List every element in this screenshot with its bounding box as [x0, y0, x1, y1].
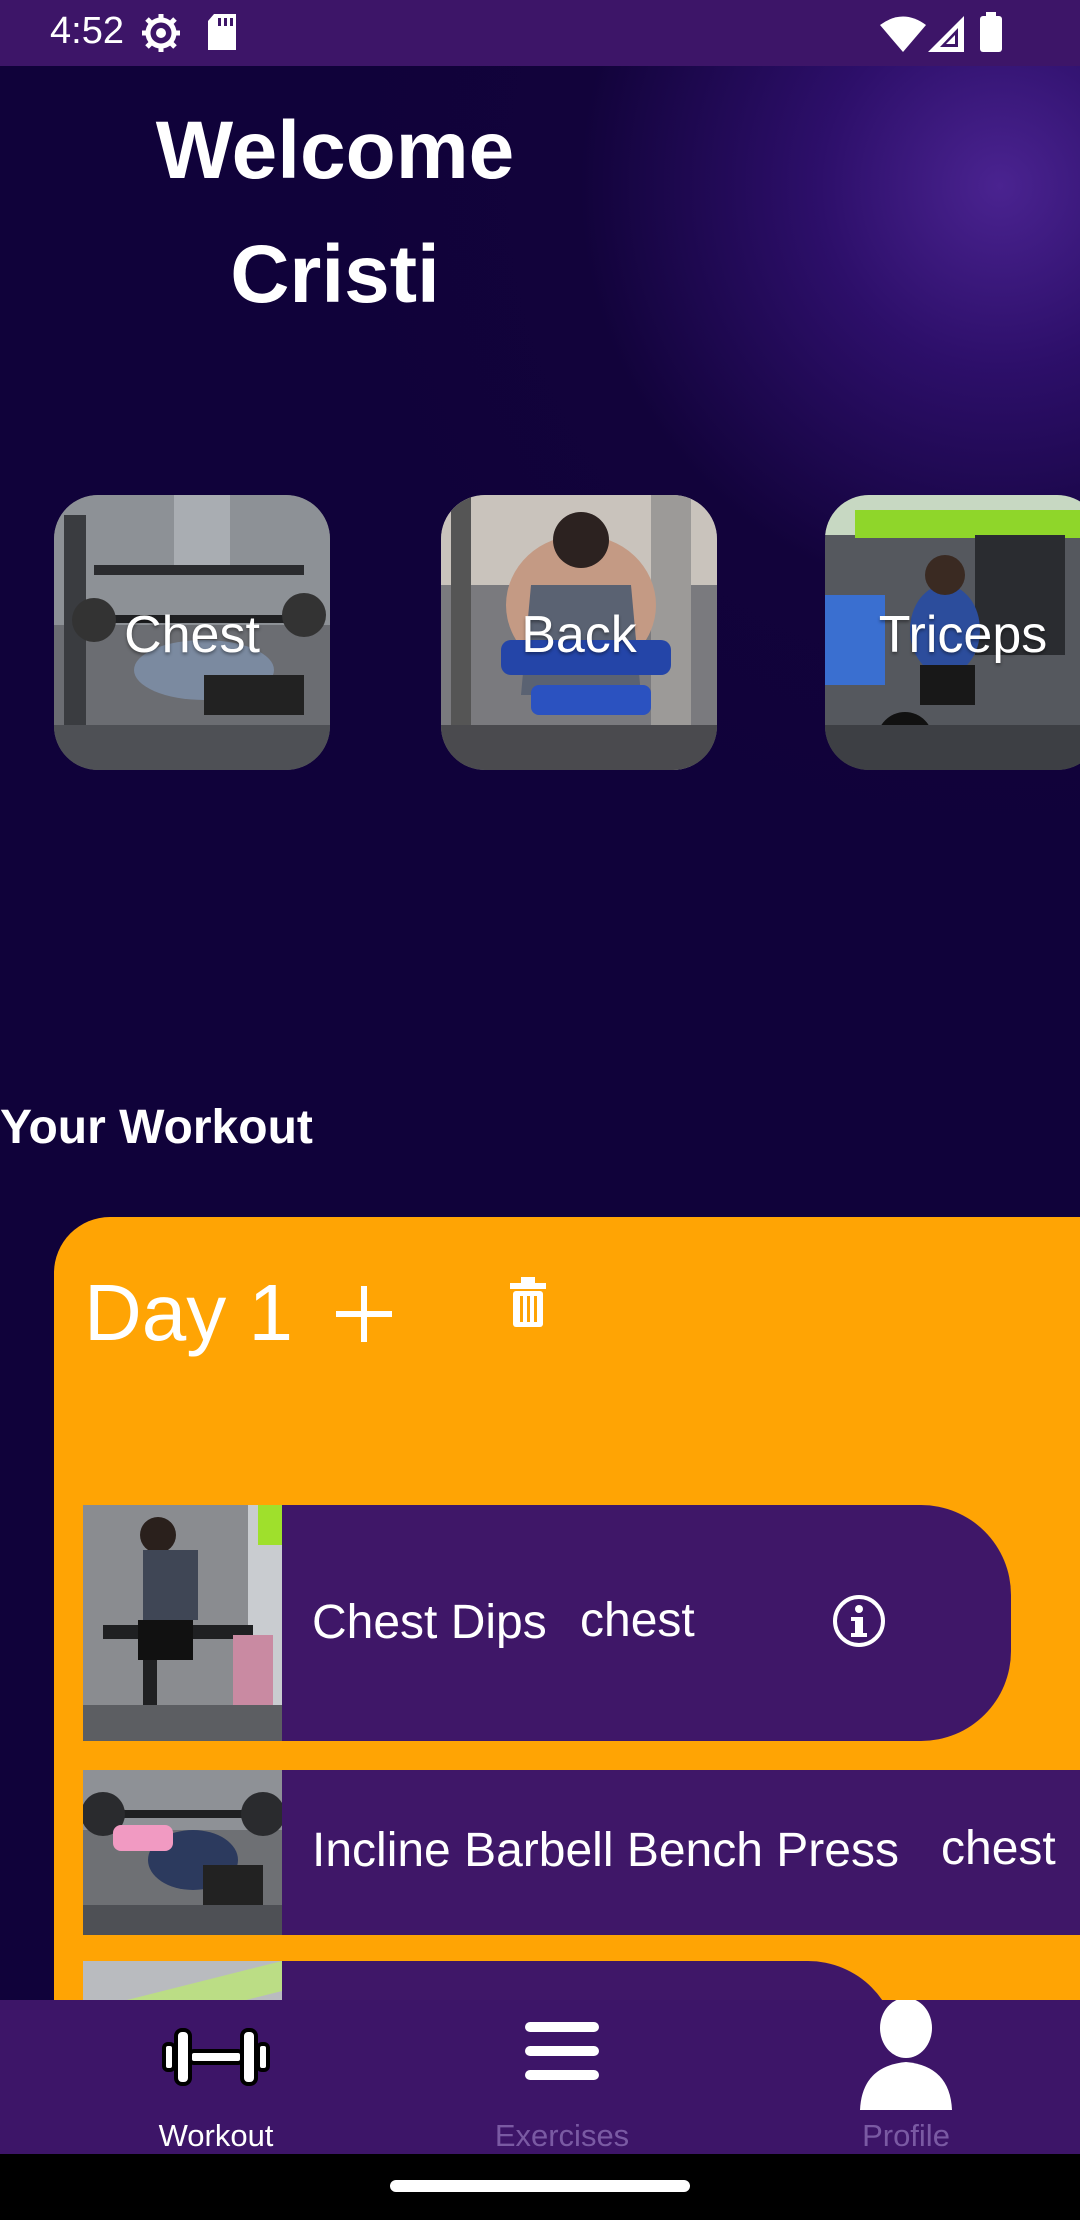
category-back[interactable]: Back — [441, 495, 717, 770]
plus-icon[interactable] — [332, 1282, 396, 1351]
exercise-row[interactable] — [83, 1961, 898, 2000]
category-label-triceps: Triceps — [878, 606, 1048, 664]
exercise-thumbnail — [83, 1505, 282, 1741]
day-title: Day 1 — [84, 1268, 293, 1357]
day-card: Day 1 Chest Dips chest Incline Barbell B… — [54, 1217, 1080, 2000]
settings-gear-icon — [140, 12, 182, 59]
exercise-row[interactable]: Incline Barbell Bench Press chest — [83, 1770, 1080, 1935]
category-triceps[interactable]: Triceps — [825, 495, 1080, 770]
signal-icon — [928, 16, 964, 57]
system-navigation-bar — [0, 2154, 1080, 2220]
exercise-name: Incline Barbell Bench Press — [312, 1824, 899, 1877]
battery-icon — [980, 12, 1002, 57]
home-gesture-handle[interactable] — [390, 2180, 690, 2192]
info-icon[interactable] — [831, 1593, 887, 1654]
status-bar: 4:52 — [0, 0, 1080, 66]
welcome-line-1: Welcome — [155, 105, 515, 196]
exercise-muscle: chest — [580, 1594, 695, 1647]
nav-profile[interactable]: Profile — [726, 1998, 1080, 2154]
trash-icon[interactable] — [508, 1277, 548, 1334]
person-icon — [856, 1998, 956, 2115]
status-time: 4:52 — [50, 10, 124, 52]
exercise-name: Chest Dips — [312, 1596, 547, 1649]
exercise-row[interactable]: Chest Dips chest — [83, 1505, 1011, 1741]
bottom-navigation: Workout Exercises Profile — [0, 1998, 1080, 2154]
exercise-thumbnail — [83, 1770, 282, 1935]
welcome-name: Cristi — [230, 229, 440, 320]
nav-exercises[interactable]: Exercises — [382, 2000, 742, 2154]
wifi-icon — [880, 16, 926, 57]
main-content: Welcome Cristi Chest Back Triceps Your W… — [0, 66, 1080, 2000]
nav-label-workout: Workout — [158, 2118, 274, 2153]
exercise-muscle: chest — [941, 1822, 1056, 1875]
dumbbell-icon — [162, 2022, 270, 2097]
nav-label-profile: Profile — [862, 2118, 950, 2153]
category-label-back: Back — [521, 606, 637, 664]
nav-label-exercises: Exercises — [494, 2118, 630, 2153]
menu-icon — [525, 2020, 599, 2089]
category-chest[interactable]: Chest — [54, 495, 330, 770]
your-workout-title: Your Workout — [0, 1101, 313, 1154]
exercise-thumbnail — [83, 1961, 282, 2000]
nav-workout[interactable]: Workout — [36, 2000, 396, 2154]
sd-card-icon — [206, 12, 238, 57]
category-label-chest: Chest — [124, 606, 260, 664]
